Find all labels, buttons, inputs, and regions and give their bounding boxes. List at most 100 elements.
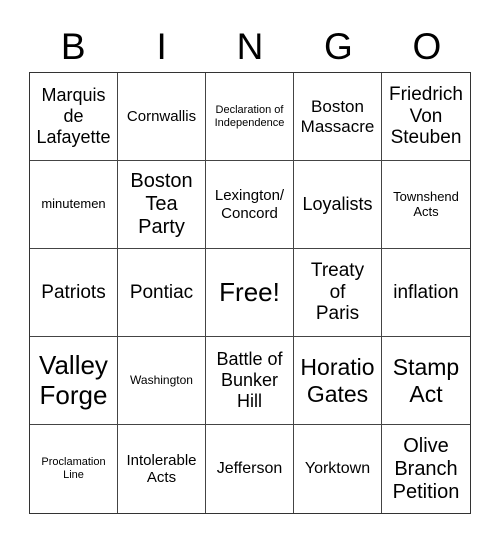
cell-label: Patriots bbox=[41, 282, 105, 304]
bingo-cell[interactable]: Horatio Gates bbox=[294, 337, 382, 425]
cell-label-line: Pontiac bbox=[129, 281, 194, 303]
cell-label-line: Cornwallis bbox=[126, 107, 197, 125]
cell-label-line: Massacre bbox=[300, 116, 375, 136]
cell-label: Yorktown bbox=[305, 460, 370, 478]
cell-label: Proclamation Line bbox=[41, 456, 105, 481]
cell-label-line: Yorktown bbox=[304, 459, 371, 477]
cell-label-line: Branch bbox=[394, 457, 458, 480]
bingo-cell[interactable]: Treaty of Paris bbox=[294, 249, 382, 337]
cell-label-line: Acts bbox=[413, 203, 439, 219]
bingo-cell[interactable]: Battle of Bunker Hill bbox=[206, 337, 294, 425]
bingo-cell[interactable]: Cornwallis bbox=[118, 73, 206, 161]
cell-label-line: Jefferson bbox=[216, 459, 283, 477]
header-letter-n: N bbox=[236, 26, 264, 67]
bingo-cell[interactable]: Olive Branch Petition bbox=[382, 425, 470, 513]
header-letter-b: B bbox=[60, 26, 86, 67]
header-letter-i: I bbox=[156, 26, 167, 67]
cell-label-line: Lafayette bbox=[36, 126, 111, 147]
cell-label-line: Gates bbox=[306, 380, 369, 407]
cell-label-line: Declaration of bbox=[215, 103, 284, 116]
cell-label-line: de bbox=[63, 106, 84, 127]
cell-label-line: Battle of bbox=[216, 349, 283, 370]
cell-label-line: Marquis bbox=[41, 85, 106, 106]
cell-label: Marquis de Lafayette bbox=[36, 85, 110, 147]
bingo-cell[interactable]: Valley Forge bbox=[30, 337, 118, 425]
cell-label: Cornwallis bbox=[127, 108, 196, 125]
bingo-cell[interactable]: Boston Massacre bbox=[294, 73, 382, 161]
cell-label-line: Stamp bbox=[392, 354, 460, 381]
cell-label-line: Valley bbox=[39, 349, 108, 380]
bingo-cell[interactable]: Friedrich Von Steuben bbox=[382, 73, 470, 161]
cell-label-line: Townshend bbox=[393, 188, 459, 204]
bingo-cell-free[interactable]: Free! bbox=[206, 249, 294, 337]
cell-label-line: Tea bbox=[145, 193, 178, 215]
bingo-cell[interactable]: Yorktown bbox=[294, 425, 382, 513]
header-letter-o: O bbox=[412, 26, 442, 67]
cell-label-line: Hill bbox=[236, 390, 262, 411]
cell-label: Townshend Acts bbox=[393, 188, 459, 220]
cell-label: minutemen bbox=[41, 196, 106, 212]
bingo-cell[interactable]: Pontiac bbox=[118, 249, 206, 337]
bingo-cell[interactable]: Patriots bbox=[30, 249, 118, 337]
cell-label-line: minutemen bbox=[41, 196, 106, 212]
bingo-cell[interactable]: inflation bbox=[382, 249, 470, 337]
cell-label: Stamp Act bbox=[393, 354, 459, 407]
cell-label-line: Intolerable bbox=[126, 451, 197, 469]
cell-label: inflation bbox=[393, 282, 459, 304]
cell-label: Pontiac bbox=[130, 282, 193, 304]
bingo-cell[interactable]: Townshend Acts bbox=[382, 161, 470, 249]
header-letter-g: G bbox=[324, 26, 353, 67]
cell-label-line: Lexington/ bbox=[214, 187, 285, 205]
bingo-cell[interactable]: Jefferson bbox=[206, 425, 294, 513]
cell-label-line: Boston bbox=[130, 170, 193, 192]
cell-label: Free! bbox=[219, 276, 280, 308]
cell-label-line: of bbox=[329, 281, 346, 303]
cell-label-line: Proclamation bbox=[41, 456, 106, 469]
cell-label-line: Bunker bbox=[220, 370, 279, 391]
bingo-cell[interactable]: Proclamation Line bbox=[30, 425, 118, 513]
cell-label-line: inflation bbox=[393, 281, 459, 303]
bingo-cell[interactable]: Washington bbox=[118, 337, 206, 425]
cell-label: Declaration of Independence bbox=[215, 104, 285, 129]
cell-label-line: Forge bbox=[39, 379, 108, 410]
cell-label-line: Olive bbox=[403, 434, 449, 457]
cell-label-line: Concord bbox=[221, 204, 278, 222]
cell-label-line: Treaty bbox=[310, 259, 365, 281]
cell-label-line: Von bbox=[409, 105, 443, 127]
cell-label: Intolerable Acts bbox=[126, 452, 196, 487]
cell-label: Battle of Bunker Hill bbox=[216, 349, 282, 411]
cell-label: Friedrich Von Steuben bbox=[389, 84, 463, 150]
cell-label-line: Line bbox=[63, 469, 84, 481]
cell-label: Valley Forge bbox=[39, 349, 108, 411]
cell-label-line: Petition bbox=[392, 480, 460, 503]
bingo-cell[interactable]: Loyalists bbox=[294, 161, 382, 249]
cell-label-line: Party bbox=[138, 216, 185, 238]
cell-label: Boston Tea Party bbox=[130, 170, 192, 239]
cell-label-line: Paris bbox=[315, 303, 360, 325]
cell-label-line: Independence bbox=[214, 116, 285, 129]
cell-label: Boston Massacre bbox=[301, 97, 375, 136]
cell-label: Washington bbox=[130, 372, 193, 388]
cell-label: Treaty of Paris bbox=[311, 260, 364, 326]
cell-label-line: Friedrich bbox=[389, 83, 463, 105]
cell-label-line: Loyalists bbox=[302, 194, 373, 215]
cell-label: Jefferson bbox=[217, 460, 283, 478]
bingo-cell[interactable]: minutemen bbox=[30, 161, 118, 249]
cell-label: Olive Branch Petition bbox=[393, 435, 460, 504]
bingo-grid: Marquis de Lafayette Cornwallis Declaration … bbox=[29, 72, 471, 514]
bingo-cell[interactable]: Boston Tea Party bbox=[118, 161, 206, 249]
bingo-cell[interactable]: Marquis de Lafayette bbox=[30, 73, 118, 161]
bingo-cell[interactable]: Declaration of Independence bbox=[206, 73, 294, 161]
bingo-cell[interactable]: Intolerable Acts bbox=[118, 425, 206, 513]
cell-label-line: Act bbox=[409, 380, 443, 407]
bingo-cell[interactable]: Stamp Act bbox=[382, 337, 470, 425]
cell-label-line: Acts bbox=[146, 469, 177, 486]
cell-label-line: Boston bbox=[311, 96, 364, 116]
bingo-cell[interactable]: Lexington/Concord bbox=[206, 161, 294, 249]
cell-label-line: Washington bbox=[130, 372, 193, 387]
cell-label-line: Free! bbox=[219, 276, 280, 307]
cell-label: Loyalists bbox=[302, 194, 372, 215]
bingo-header: B I N G O bbox=[29, 22, 471, 72]
cell-label: Horatio Gates bbox=[300, 354, 374, 407]
cell-label: Lexington/Concord bbox=[215, 187, 284, 222]
